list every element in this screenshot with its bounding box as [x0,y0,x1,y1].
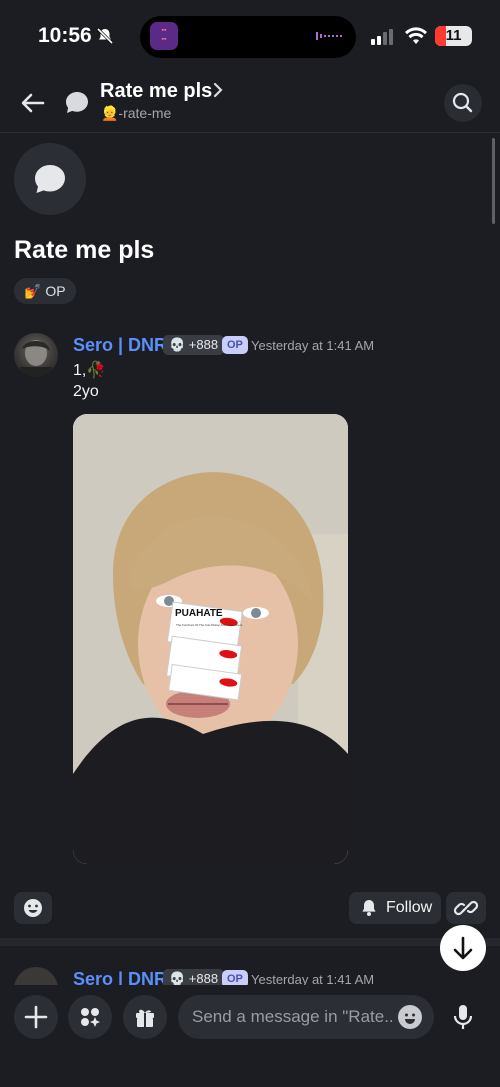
back-arrow-icon[interactable] [18,88,48,118]
author-name[interactable]: Sero | DNR [73,335,167,356]
reputation-badge: 💀 +888 [163,335,225,355]
battery-indicator: 11 [435,26,472,46]
wifi-icon [404,26,428,46]
message-text: 2yo [73,383,99,400]
signal-icon [371,29,397,45]
add-attachment-button[interactable] [14,995,58,1039]
message-text: 1,🥀 [73,362,107,379]
mic-icon [453,1005,473,1029]
message-separator [0,938,500,946]
plus-icon [24,1005,48,1029]
attached-photo[interactable]: PUAHATE The Forefront Of The Anti-Pickup… [73,414,348,864]
chevron-right-icon[interactable] [212,80,224,100]
bell-icon [362,900,376,916]
apps-button[interactable] [68,995,112,1039]
battery-level: 11 [445,27,462,44]
message-placeholder: Send a message in "Rate.. [192,1007,394,1026]
thread-icon [64,90,90,116]
voice-message-button[interactable] [440,995,486,1039]
emoji-picker-icon[interactable] [398,1005,422,1029]
op-badge: OP [222,336,248,354]
avatar[interactable] [14,333,58,377]
channel-name[interactable]: 👱-rate-me [101,105,171,122]
thread-title: Rate me pls [14,236,155,264]
add-reaction-button[interactable] [14,892,52,924]
apps-icon [81,1008,100,1027]
search-button[interactable] [444,84,482,122]
gift-icon [136,1009,154,1027]
message-timestamp: Yesterday at 1:41 AM [251,338,375,353]
sticker-title: PUAHATE [175,608,223,619]
dynamic-island: ▪▪ ▪▪ [140,16,356,58]
copy-link-button[interactable] [446,892,486,924]
message-composer: Send a message in "Rate.. [0,985,500,1087]
status-bar: 10:56 ▪▪ ▪▪ 11 [0,0,500,70]
sticker-caption: The Forefront Of The Anti-Pickup Artist … [176,623,242,627]
link-icon [453,900,479,916]
page-title[interactable]: Rate me pls [100,80,212,103]
silent-bell-icon [96,27,114,45]
header-divider [0,132,500,133]
chat-bubble-icon [35,165,65,193]
scrollbar[interactable] [492,138,495,224]
audio-wave-icon [316,30,342,42]
follow-button[interactable]: Follow [349,892,441,924]
thread-hero-icon [14,143,86,215]
jump-to-bottom-button[interactable] [440,925,486,971]
message-input[interactable]: Send a message in "Rate.. [178,995,434,1039]
gift-button[interactable] [123,995,167,1039]
island-app-icon: ▪▪ ▪▪ [150,22,178,50]
thread-tag[interactable]: 💅 OP [14,278,76,304]
clock: 10:56 [38,24,92,47]
follow-label: Follow [386,899,433,916]
emoji-icon [24,899,42,917]
search-icon [452,92,473,113]
arrow-down-icon [453,936,473,960]
